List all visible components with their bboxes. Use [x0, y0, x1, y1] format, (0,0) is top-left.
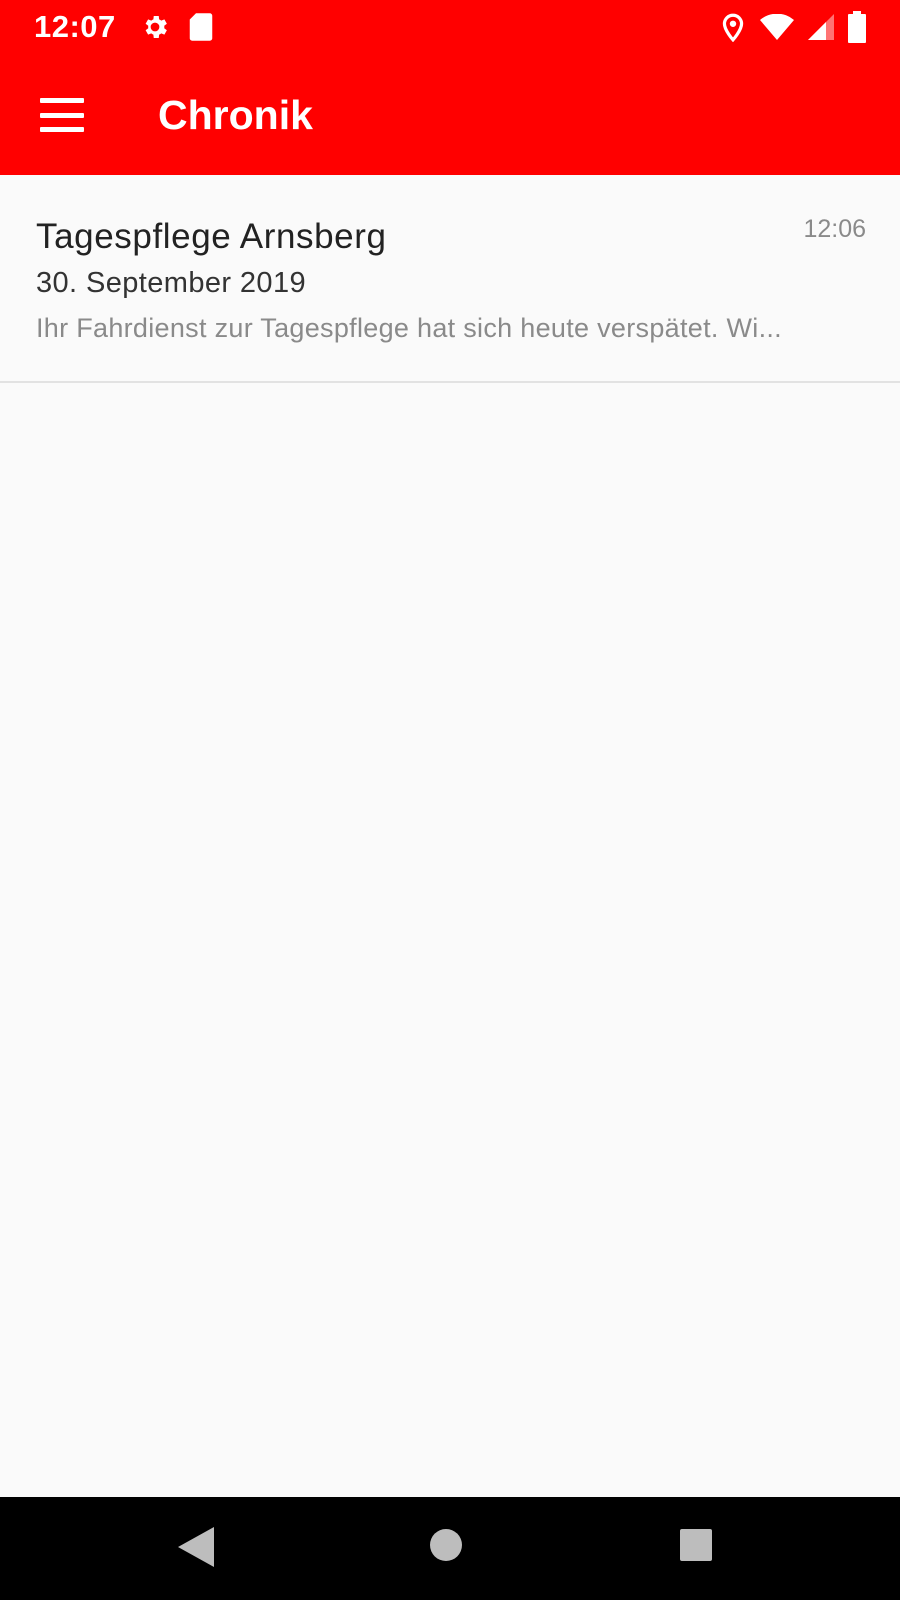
message-list: Tagespflege Arnsberg 30. September 2019 … [0, 175, 900, 383]
app-bar: Chronik [0, 54, 900, 175]
item-preview: Ihr Fahrdienst zur Tagespflege hat sich … [36, 313, 782, 343]
menu-line [40, 127, 84, 132]
settings-icon [140, 12, 170, 42]
hamburger-menu-icon[interactable] [40, 98, 84, 132]
status-right-icons [720, 11, 866, 43]
menu-line [40, 112, 84, 118]
sd-card-icon [188, 12, 214, 42]
recents-icon[interactable] [678, 1527, 722, 1571]
home-icon[interactable] [428, 1527, 472, 1571]
battery-icon [848, 11, 866, 43]
back-icon[interactable] [178, 1527, 222, 1571]
app-screen: 12:07 Chronik Tagespflege Arnsberg 30. S… [0, 0, 900, 1600]
page-title: Chronik [158, 92, 313, 138]
list-item[interactable]: Tagespflege Arnsberg 30. September 2019 … [0, 175, 900, 383]
wifi-icon [760, 14, 794, 40]
status-left-icons [140, 12, 214, 42]
status-bar: 12:07 [0, 0, 900, 54]
navigation-bar [0, 1497, 900, 1600]
status-time: 12:07 [34, 9, 116, 44]
cell-signal-icon [808, 14, 834, 40]
menu-line [40, 98, 84, 103]
location-icon [720, 12, 746, 42]
item-date: 30. September 2019 [36, 267, 306, 299]
item-title: Tagespflege Arnsberg [36, 217, 387, 256]
item-time: 12:06 [803, 215, 866, 243]
